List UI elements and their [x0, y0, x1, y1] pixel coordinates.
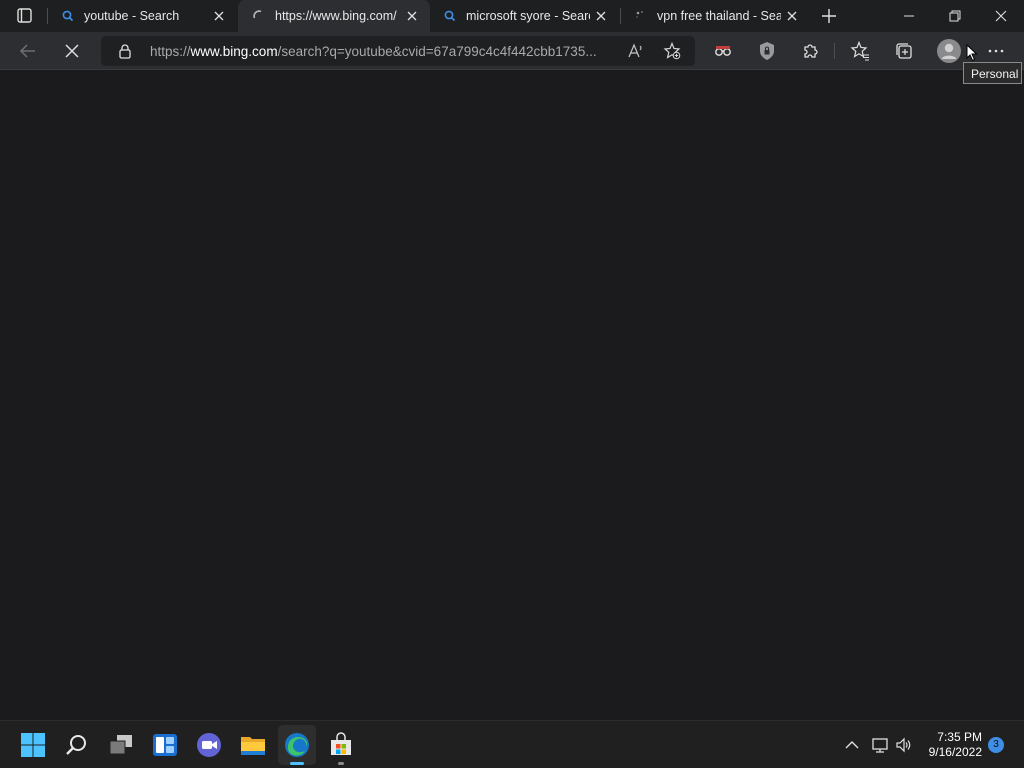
url-host: www.bing.com	[190, 44, 278, 59]
address-bar[interactable]: https://www.bing.com/search?q=youtube&cv…	[101, 36, 695, 66]
system-clock[interactable]: 7:35 PM 9/16/2022	[918, 730, 982, 760]
tab-microsoft-syore-search[interactable]: microsoft syore - Search	[429, 0, 619, 32]
more-options-icon[interactable]	[984, 39, 1008, 63]
file-explorer-icon[interactable]	[240, 732, 266, 758]
edge-running-indicator	[290, 762, 304, 765]
minimize-button[interactable]	[886, 0, 932, 32]
tab-title: vpn free thailand - Search	[657, 9, 781, 23]
close-tab-icon[interactable]	[784, 8, 800, 24]
minimize-icon	[904, 15, 914, 17]
page-content	[0, 71, 1024, 719]
back-button[interactable]	[16, 39, 40, 63]
back-arrow-icon	[19, 44, 35, 58]
widgets-icon[interactable]	[152, 732, 178, 758]
collections-icon[interactable]	[892, 39, 916, 63]
clock-time: 7:35 PM	[937, 730, 982, 744]
close-window-button[interactable]	[978, 0, 1024, 32]
close-tab-icon[interactable]	[404, 8, 420, 24]
tab-vpn-free-thailand-search[interactable]: vpn free thailand - Search	[620, 0, 810, 32]
tab-youtube-search[interactable]: youtube - Search	[47, 0, 237, 32]
search-icon	[443, 9, 457, 23]
extension-glasses-icon[interactable]	[711, 39, 735, 63]
notification-badge[interactable]: 3	[988, 737, 1004, 753]
stop-icon	[65, 44, 79, 58]
shield-icon[interactable]	[755, 39, 779, 63]
taskbar: 7:35 PM 9/16/2022 3	[0, 720, 1024, 768]
read-aloud-icon[interactable]	[627, 42, 645, 60]
task-view-icon[interactable]	[108, 732, 134, 758]
tab-title: microsoft syore - Search	[466, 9, 590, 23]
chat-icon[interactable]	[196, 732, 222, 758]
loading-icon	[634, 9, 648, 23]
network-icon[interactable]	[871, 736, 889, 754]
new-tab-icon[interactable]	[818, 5, 840, 27]
tab-actions-icon[interactable]	[10, 5, 38, 27]
volume-icon[interactable]	[895, 736, 913, 754]
favorites-icon[interactable]	[848, 39, 872, 63]
url-text[interactable]: https://www.bing.com/search?q=youtube&cv…	[150, 44, 620, 59]
tab-title: youtube - Search	[84, 9, 180, 23]
tab-title: https://www.bing.com/search?q=youtube	[275, 9, 397, 23]
search-icon[interactable]	[64, 732, 90, 758]
url-scheme: https://	[150, 44, 191, 59]
restore-icon	[949, 10, 961, 22]
clock-date: 9/16/2022	[928, 745, 982, 759]
lock-icon[interactable]	[117, 43, 133, 59]
restore-button[interactable]	[932, 0, 978, 32]
mouse-cursor-icon	[966, 43, 978, 67]
search-icon	[61, 9, 75, 23]
close-icon	[995, 10, 1007, 22]
store-icon[interactable]	[328, 732, 354, 758]
extensions-puzzle-icon[interactable]	[799, 39, 823, 63]
tab-strip: youtube - Search https://www.bing.com/se…	[0, 0, 1024, 32]
tab-bing-active[interactable]: https://www.bing.com/search?q=youtube	[238, 0, 430, 32]
close-tab-icon[interactable]	[593, 8, 609, 24]
stop-loading-button[interactable]	[60, 39, 84, 63]
url-path: /search?q=youtube&cvid=67a799c4c4f442cbb…	[277, 44, 597, 59]
toolbar-separator	[834, 43, 835, 59]
close-tab-icon[interactable]	[211, 8, 227, 24]
start-icon[interactable]	[20, 732, 46, 758]
chevron-up-icon[interactable]	[843, 736, 861, 754]
add-favorite-icon[interactable]	[663, 41, 681, 60]
loading-icon	[252, 9, 266, 23]
navigation-toolbar: https://www.bing.com/search?q=youtube&cv…	[0, 32, 1024, 70]
profile-avatar-icon[interactable]	[936, 38, 962, 64]
store-running-indicator	[338, 762, 344, 765]
edge-icon[interactable]	[284, 732, 310, 758]
